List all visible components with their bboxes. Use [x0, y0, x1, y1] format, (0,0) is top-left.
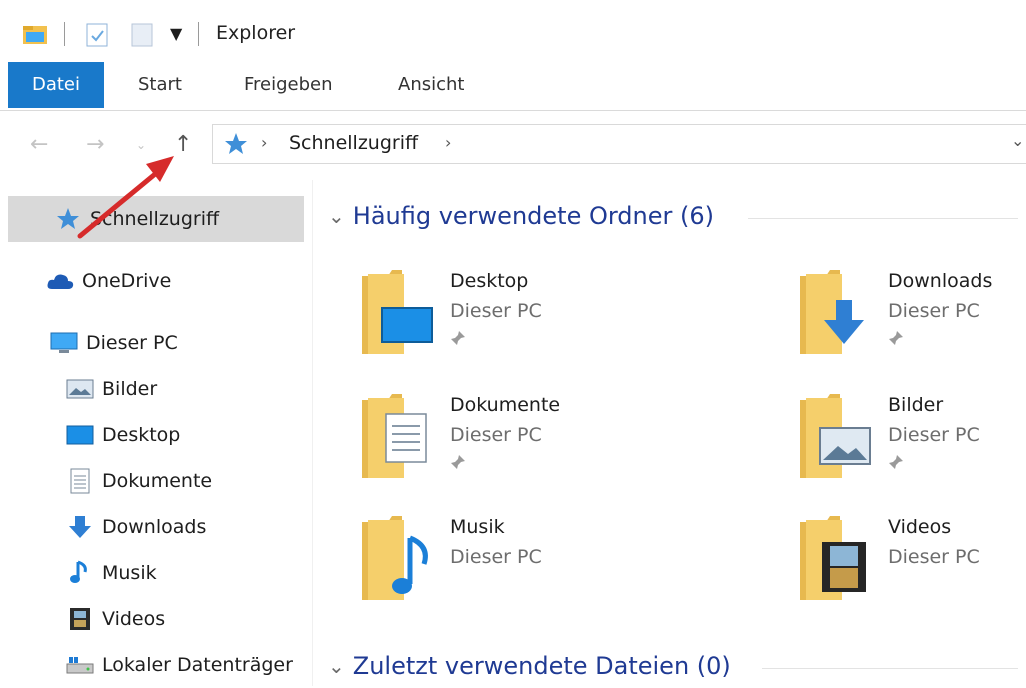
folder-tile-musik[interactable]: Musik Dieser PC: [360, 514, 660, 624]
desktop-icon: [66, 421, 94, 449]
properties-icon[interactable]: [84, 22, 110, 52]
sidebar-item-label: OneDrive: [82, 270, 172, 292]
pin-icon: [888, 454, 904, 474]
sidebar-item-label: Bilder: [102, 378, 158, 400]
recent-locations-chevron-icon[interactable]: ⌄: [136, 130, 146, 160]
sidebar-item-musik[interactable]: Musik: [66, 550, 157, 596]
ribbon-tabs: Datei Start Freigeben Ansicht: [0, 62, 1026, 111]
address-bar[interactable]: › Schnellzugriff › ⌄: [212, 124, 1026, 164]
desktop-folder-icon: [362, 270, 433, 354]
pane-divider: [312, 180, 313, 686]
folder-tile-dokumente[interactable]: Dokumente Dieser PC: [360, 392, 660, 502]
folder-location: Dieser PC: [888, 424, 980, 446]
pin-icon: [888, 330, 904, 350]
sidebar-item-onedrive[interactable]: OneDrive: [46, 258, 171, 304]
pin-icon: [450, 454, 466, 474]
sidebar-item-label: Desktop: [102, 424, 181, 446]
documents-folder-icon: [362, 394, 427, 478]
local-drive-icon: [66, 651, 94, 679]
folder-name: Videos: [888, 516, 952, 538]
music-folder-icon: [362, 516, 428, 600]
sidebar-item-dieser-pc[interactable]: Dieser PC: [50, 320, 178, 366]
folder-name: Bilder: [888, 394, 944, 416]
new-folder-icon[interactable]: [130, 22, 154, 52]
downloads-folder-icon: [800, 270, 864, 354]
videos-folder-icon: [800, 516, 866, 600]
folder-name: Dokumente: [450, 394, 561, 416]
section-header-frequent[interactable]: ⌄ Häufig verwendete Ordner (6): [328, 202, 714, 230]
sidebar-item-label: Downloads: [102, 516, 207, 538]
sidebar-item-label: Dieser PC: [86, 332, 178, 354]
sidebar-item-downloads[interactable]: Downloads: [66, 504, 206, 550]
folder-location: Dieser PC: [888, 546, 980, 568]
folder-name: Desktop: [450, 270, 529, 292]
sidebar-item-schnellzugriff[interactable]: Schnellzugriff: [8, 196, 304, 242]
breadcrumb-schnellzugriff[interactable]: Schnellzugriff: [289, 132, 418, 154]
this-pc-monitor-icon: [50, 329, 78, 357]
quick-access-star-icon: [54, 205, 82, 233]
collapse-chevron-icon[interactable]: ⌄: [328, 204, 345, 228]
folder-tile-videos[interactable]: Videos Dieser PC: [798, 514, 1026, 624]
section-title: Häufig verwendete Ordner (6): [352, 202, 714, 230]
collapse-chevron-icon[interactable]: ⌄: [328, 654, 345, 678]
sidebar-item-desktop[interactable]: Desktop: [66, 412, 180, 458]
sidebar-item-label: Schnellzugriff: [90, 208, 220, 230]
folder-tile-downloads[interactable]: Downloads Dieser PC: [798, 268, 1026, 378]
up-arrow-icon[interactable]: ↑: [174, 130, 192, 160]
pictures-icon: [66, 375, 94, 403]
tab-freigeben[interactable]: Freigeben: [244, 62, 333, 108]
folder-location: Dieser PC: [450, 424, 542, 446]
pictures-folder-icon: [800, 394, 871, 478]
tab-ansicht[interactable]: Ansicht: [398, 62, 464, 108]
breadcrumb-chevron-icon[interactable]: ›: [445, 133, 451, 152]
navigation-bar: ← → ⌄ ↑ › Schnellzugriff › ⌄: [0, 110, 1026, 180]
toolbar-separator: [198, 22, 199, 46]
tab-datei[interactable]: Datei: [8, 62, 104, 108]
sidebar-item-label: Dokumente: [102, 470, 213, 492]
section-divider: [748, 218, 1018, 219]
documents-icon: [66, 467, 94, 495]
window-title: Explorer: [216, 22, 296, 44]
sidebar-item-dokumente[interactable]: Dokumente: [66, 458, 212, 504]
tab-start[interactable]: Start: [138, 62, 182, 108]
title-bar: ▼ Explorer: [0, 0, 1026, 60]
folder-tile-bilder[interactable]: Bilder Dieser PC: [798, 392, 1026, 502]
customize-toolbar-chevron-icon[interactable]: ▼: [170, 24, 182, 43]
section-divider: [762, 668, 1018, 669]
quick-access-pin-icon: [223, 131, 249, 161]
folder-tile-desktop[interactable]: Desktop Dieser PC: [360, 268, 660, 378]
folder-location: Dieser PC: [450, 546, 542, 568]
navigation-pane: Schnellzugriff OneDrive Dieser PC Bilder: [0, 180, 312, 686]
music-note-icon: [66, 559, 94, 587]
sidebar-item-label: Lokaler Datenträger: [102, 654, 293, 676]
sidebar-item-lokaler-datentraeger[interactable]: Lokaler Datenträger: [66, 642, 293, 688]
section-title: Zuletzt verwendete Dateien (0): [352, 652, 731, 680]
folder-location: Dieser PC: [888, 300, 980, 322]
folder-name: Musik: [450, 516, 505, 538]
sidebar-item-bilder[interactable]: Bilder: [66, 366, 157, 412]
forward-arrow-icon[interactable]: →: [86, 130, 104, 160]
back-arrow-icon[interactable]: ←: [30, 130, 48, 160]
sidebar-item-label: Videos: [102, 608, 166, 630]
video-film-icon: [66, 605, 94, 633]
folder-location: Dieser PC: [450, 300, 542, 322]
explorer-folder-icon[interactable]: [22, 22, 48, 50]
sidebar-item-label: Musik: [102, 562, 157, 584]
section-header-recent[interactable]: ⌄ Zuletzt verwendete Dateien (0): [328, 652, 731, 680]
onedrive-cloud-icon: [46, 267, 74, 295]
folder-name: Downloads: [888, 270, 993, 292]
breadcrumb-chevron-icon[interactable]: ›: [261, 133, 267, 152]
downloads-arrow-icon: [66, 513, 94, 541]
pin-icon: [450, 330, 466, 350]
sidebar-item-videos[interactable]: Videos: [66, 596, 165, 642]
toolbar-separator: [64, 22, 65, 46]
address-dropdown-chevron-icon[interactable]: ⌄: [1011, 131, 1024, 150]
